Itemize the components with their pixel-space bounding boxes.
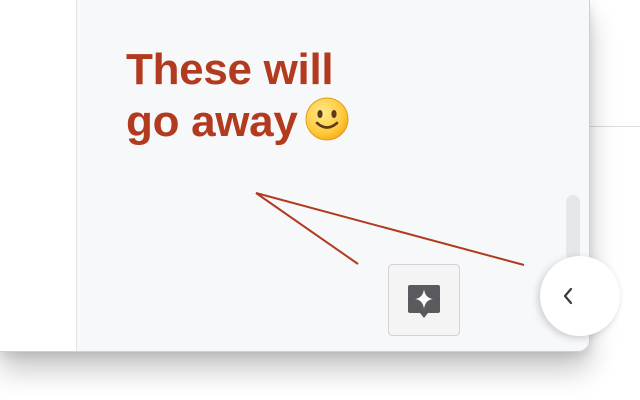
sparkle-icon xyxy=(408,285,440,318)
scrollbar-thumb[interactable] xyxy=(566,195,580,261)
slightly-smiling-face-icon xyxy=(305,97,349,141)
annotation-text: These will go away xyxy=(126,44,350,148)
collapse-panel-button[interactable] xyxy=(540,256,620,336)
chevron-left-icon xyxy=(563,287,573,305)
app-window: These will go away xyxy=(0,0,590,352)
annotation-line-2-text: go away xyxy=(126,97,298,146)
side-panel: These will go away xyxy=(77,0,589,351)
ai-assist-button[interactable] xyxy=(388,264,460,336)
left-pane xyxy=(0,0,77,351)
annotation-line-2: go away xyxy=(126,96,350,148)
screenshot-stage: These will go away xyxy=(0,0,640,400)
background-divider xyxy=(590,126,640,127)
annotation-line-1: These will xyxy=(126,45,334,94)
